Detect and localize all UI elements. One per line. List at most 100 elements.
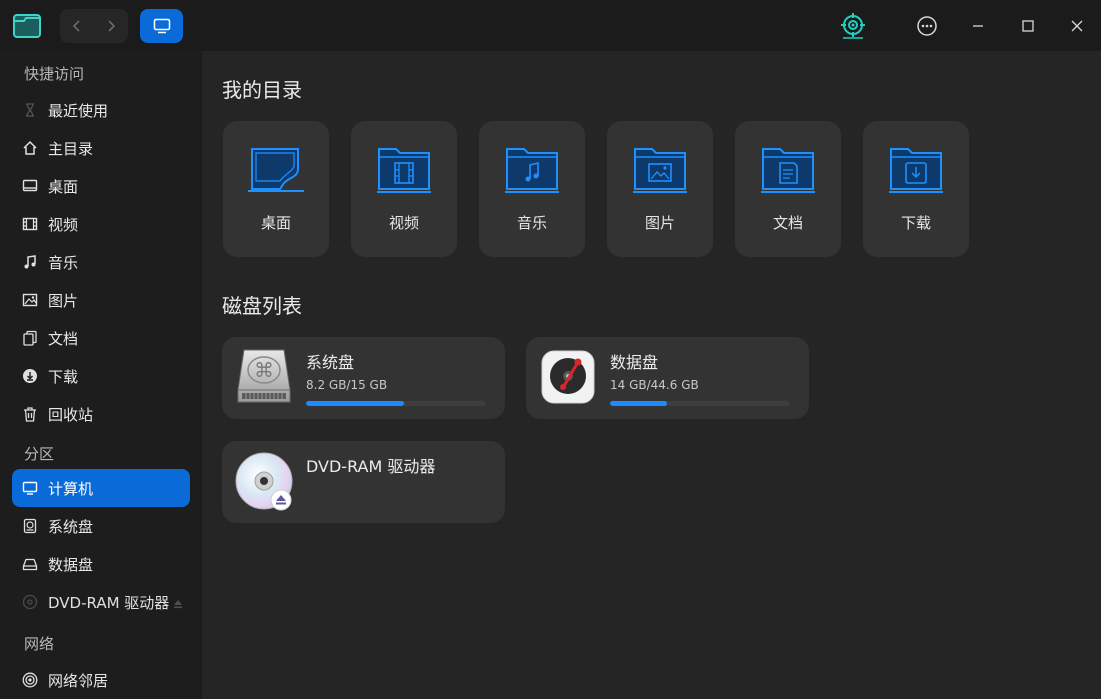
sidebar-item-label: 图片 xyxy=(48,291,79,310)
document-icon xyxy=(21,329,39,347)
sidebar-item-trash[interactable]: 回收站 xyxy=(12,395,190,433)
disk-name: DVD-RAM 驱动器 xyxy=(306,457,436,476)
sidebar-item-music[interactable]: 音乐 xyxy=(12,243,190,281)
computer-icon xyxy=(21,479,39,497)
system-disk-icon xyxy=(21,517,39,535)
download-folder-icon xyxy=(886,143,946,195)
sidebar-item-documents[interactable]: 文档 xyxy=(12,319,190,357)
desktop-folder-icon xyxy=(246,143,306,195)
home-icon xyxy=(21,139,39,157)
dir-card-music[interactable]: 音乐 xyxy=(479,121,585,257)
trash-icon xyxy=(21,405,39,423)
disk-name: 系统盘 xyxy=(306,353,355,372)
sidebar-item-label: 视频 xyxy=(48,215,79,234)
sidebar-item-data-disk[interactable]: 数据盘 xyxy=(12,545,190,583)
sidebar-item-label: 回收站 xyxy=(48,405,94,424)
sidebar-item-label: 文档 xyxy=(48,329,79,348)
disk-card-dvd[interactable]: DVD-RAM 驱动器 xyxy=(222,441,505,523)
picture-folder-icon xyxy=(630,143,690,195)
target-button[interactable] xyxy=(838,12,868,40)
dir-label: 图片 xyxy=(644,214,675,232)
dir-card-documents[interactable]: 文档 xyxy=(735,121,841,257)
back-icon xyxy=(72,20,80,32)
back-button[interactable] xyxy=(60,9,94,43)
minimize-button[interactable] xyxy=(963,12,993,40)
sidebar-item-downloads[interactable]: 下载 xyxy=(12,357,190,395)
dir-card-downloads[interactable]: 下载 xyxy=(863,121,969,257)
disk-list-heading: 磁盘列表 xyxy=(222,294,302,318)
forward-button[interactable] xyxy=(94,9,128,43)
more-icon xyxy=(917,16,937,36)
sidebar-item-pictures[interactable]: 图片 xyxy=(12,281,190,319)
navigation-group xyxy=(60,9,128,43)
document-folder-icon xyxy=(758,143,818,195)
network-title: 网络 xyxy=(24,635,55,653)
sidebar-item-video[interactable]: 视频 xyxy=(12,205,190,243)
partition-title: 分区 xyxy=(24,445,55,463)
sidebar-item-label: 计算机 xyxy=(48,479,94,498)
dir-label: 下载 xyxy=(900,214,931,232)
quick-access-title: 快捷访问 xyxy=(24,65,85,83)
sidebar-item-dvd-drive[interactable]: DVD-RAM 驱动器 xyxy=(12,583,190,621)
disk-usage-fill xyxy=(306,401,405,406)
dir-label: 音乐 xyxy=(516,214,547,232)
close-button[interactable] xyxy=(1062,12,1092,40)
file-manager-window: 快捷访问 最近使用 主目录 桌面 视频 音乐 图片 文档 下载 回收站 分区 计… xyxy=(0,0,1101,699)
target-icon xyxy=(841,13,865,39)
image-icon xyxy=(21,291,39,309)
sidebar-item-label: 系统盘 xyxy=(48,517,94,536)
optical-disc-icon xyxy=(21,593,39,611)
dvd-icon xyxy=(234,450,294,512)
maximize-icon xyxy=(1022,20,1034,32)
disk-usage-fill xyxy=(610,401,667,406)
sidebar-item-computer[interactable]: 计算机 xyxy=(12,469,190,507)
computer-view-button[interactable] xyxy=(140,9,183,43)
music-icon xyxy=(21,253,39,271)
hard-drive-icon: ⌘ xyxy=(234,346,294,408)
download-icon xyxy=(21,367,39,385)
disk-usage-bar xyxy=(306,401,486,406)
film-icon xyxy=(21,215,39,233)
disk-usage-bar xyxy=(610,401,790,406)
sidebar-item-desktop[interactable]: 桌面 xyxy=(12,167,190,205)
forward-icon xyxy=(108,20,116,32)
file-manager-icon xyxy=(12,12,42,40)
sidebar-item-label: 主目录 xyxy=(48,139,94,158)
sidebar-item-label: 桌面 xyxy=(48,177,79,196)
disk-card-data[interactable]: 数据盘 14 GB/44.6 GB xyxy=(526,337,809,419)
sidebar-item-label: 音乐 xyxy=(48,253,79,272)
svg-text:⌘: ⌘ xyxy=(254,358,274,382)
data-disk-icon xyxy=(21,555,39,573)
dir-card-pictures[interactable]: 图片 xyxy=(607,121,713,257)
sidebar-item-system-disk[interactable]: 系统盘 xyxy=(12,507,190,545)
video-folder-icon xyxy=(374,143,434,195)
disk-size: 8.2 GB/15 GB xyxy=(306,378,388,392)
dir-label: 视频 xyxy=(388,214,419,232)
network-icon xyxy=(21,671,39,689)
minimize-icon xyxy=(973,25,983,27)
sidebar-item-label: 网络邻居 xyxy=(48,671,109,690)
sidebar-item-recent[interactable]: 最近使用 xyxy=(12,91,190,129)
sidebar-item-label: 下载 xyxy=(48,367,79,386)
eject-icon[interactable] xyxy=(172,595,184,614)
my-directories-heading: 我的目录 xyxy=(222,78,302,102)
disk-drive-icon xyxy=(538,346,598,408)
disk-name: 数据盘 xyxy=(610,353,659,372)
computer-view-icon xyxy=(153,18,170,34)
sidebar-item-home[interactable]: 主目录 xyxy=(12,129,190,167)
dir-card-video[interactable]: 视频 xyxy=(351,121,457,257)
sidebar-item-label: 数据盘 xyxy=(48,555,94,574)
dir-card-desktop[interactable]: 桌面 xyxy=(223,121,329,257)
sidebar-item-label: DVD-RAM 驱动器 xyxy=(48,593,170,612)
dir-label: 文档 xyxy=(772,214,803,232)
sidebar-item-network-neighbors[interactable]: 网络邻居 xyxy=(12,661,190,699)
disk-size: 14 GB/44.6 GB xyxy=(610,378,699,392)
more-button[interactable] xyxy=(912,12,942,40)
music-folder-icon xyxy=(502,143,562,195)
maximize-button[interactable] xyxy=(1013,12,1043,40)
sidebar-item-label: 最近使用 xyxy=(48,101,109,120)
disk-card-system[interactable]: ⌘ 系统盘 8.2 GB/15 GB xyxy=(222,337,505,419)
hourglass-icon xyxy=(21,101,39,119)
titlebar xyxy=(0,0,1101,51)
close-icon xyxy=(1071,20,1083,32)
